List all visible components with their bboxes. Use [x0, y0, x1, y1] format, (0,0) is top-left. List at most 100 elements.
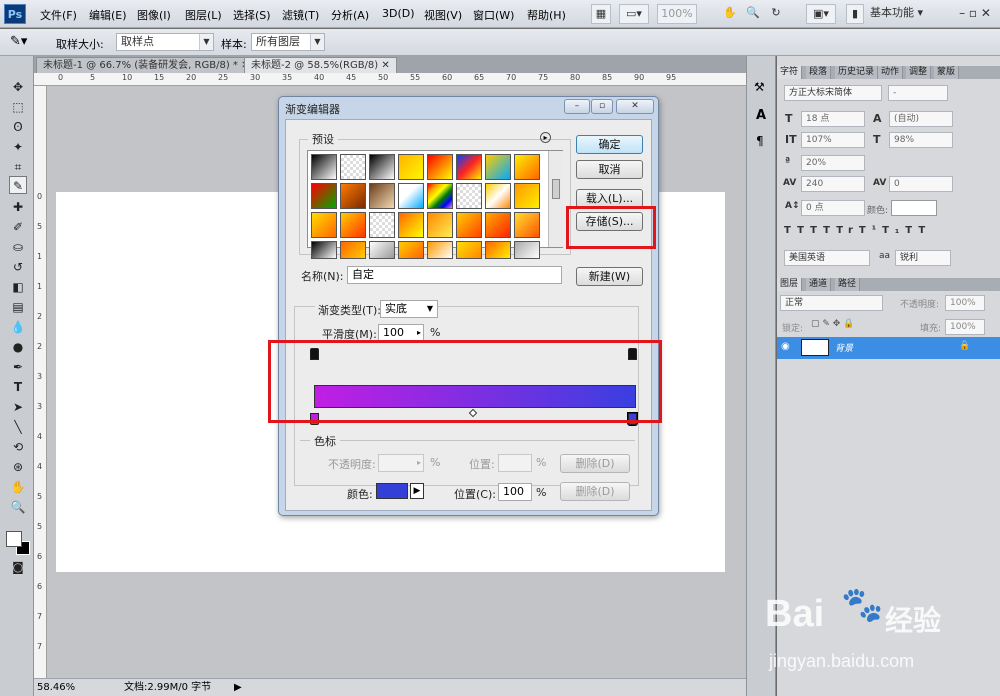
gradient-preset-swatch[interactable]: [311, 183, 337, 209]
tab-paths[interactable]: 路径: [835, 278, 861, 291]
tab-paragraph[interactable]: 段落: [806, 66, 832, 79]
zoom-level[interactable]: 100%: [657, 4, 697, 24]
gradient-preset-swatch[interactable]: [311, 212, 337, 238]
font-style-select[interactable]: -: [888, 85, 948, 101]
type-tool-icon[interactable]: T: [9, 378, 27, 396]
delete-opacity-stop-button[interactable]: 删除(D): [560, 454, 630, 473]
presets-menu-icon[interactable]: ▸: [540, 132, 551, 143]
zoom-icon[interactable]: 🔍: [744, 4, 762, 24]
gradient-preset-swatch[interactable]: [311, 154, 337, 180]
tab-character[interactable]: 字符: [777, 66, 803, 79]
rotate-icon[interactable]: ↻: [767, 4, 785, 24]
underline-button[interactable]: T: [905, 225, 918, 236]
extras-icon[interactable]: ▮: [846, 4, 864, 24]
scroll-thumb[interactable]: [552, 179, 560, 199]
language-select[interactable]: 美国英语: [784, 250, 870, 266]
eyedropper-tool-icon[interactable]: ✎: [9, 176, 27, 194]
small-caps-button[interactable]: Tr: [836, 225, 859, 236]
menu-help[interactable]: 帮助(H): [527, 7, 566, 23]
presets-scrollbar[interactable]: [548, 151, 563, 247]
gradient-preset-swatch[interactable]: [340, 212, 366, 238]
gradient-preset-swatch[interactable]: [456, 241, 482, 259]
layer-opacity-field[interactable]: 100%: [945, 295, 985, 311]
minimize-icon[interactable]: –: [564, 99, 590, 114]
history-brush-icon[interactable]: ↺: [9, 258, 27, 276]
tab-history[interactable]: 历史记录: [835, 66, 879, 79]
arrange-icon[interactable]: ▭▾: [619, 4, 649, 24]
gradient-tool-icon[interactable]: ▤: [9, 298, 27, 316]
superscript-button[interactable]: T¹: [859, 225, 882, 236]
kerning-field[interactable]: 0: [889, 176, 953, 192]
marquee-tool-icon[interactable]: ⬚: [9, 98, 27, 116]
tab-actions[interactable]: 动作: [878, 66, 904, 79]
faux-italic-button[interactable]: T: [797, 225, 810, 236]
gradient-preset-swatch[interactable]: [369, 183, 395, 209]
gradient-preset-swatch[interactable]: [369, 241, 395, 259]
menu-analysis[interactable]: 分析(A): [331, 7, 369, 23]
gradient-preset-swatch[interactable]: [485, 212, 511, 238]
gradient-preset-swatch[interactable]: [398, 154, 424, 180]
hand-tool-icon[interactable]: ✋: [9, 478, 27, 496]
chevron-right-icon[interactable]: ▸: [417, 325, 421, 341]
workspace-switcher[interactable]: 基本功能 ▾: [870, 4, 940, 24]
stop-position-input[interactable]: [498, 454, 532, 472]
pen-tool-icon[interactable]: ✒: [9, 358, 27, 376]
faux-bold-button[interactable]: T: [784, 225, 797, 236]
layer-row-background[interactable]: ◉ 背景 🔒: [777, 337, 1000, 359]
status-zoom[interactable]: 58.46%: [37, 679, 75, 696]
gradient-preset-swatch[interactable]: [311, 241, 337, 259]
screen-mode-icon[interactable]: ▣▾: [806, 4, 836, 24]
cancel-button[interactable]: 取消: [576, 160, 643, 179]
gradient-preset-swatch[interactable]: [514, 241, 540, 259]
text-color-swatch[interactable]: [891, 200, 937, 216]
gradient-preset-swatch[interactable]: [398, 241, 424, 259]
strikethrough-button[interactable]: T: [918, 225, 931, 236]
3d-rotate-icon[interactable]: ⟲: [9, 438, 27, 456]
gradient-preset-swatch[interactable]: [398, 183, 424, 209]
font-family-select[interactable]: 方正大标宋简体: [784, 85, 882, 101]
gradient-preset-swatch[interactable]: [340, 154, 366, 180]
sample-size-select[interactable]: 取样点 ▼: [116, 33, 214, 51]
menu-view[interactable]: 视图(V): [424, 7, 462, 23]
menu-image[interactable]: 图像(I): [137, 7, 171, 23]
paragraph-panel-icon[interactable]: ¶: [756, 134, 764, 148]
gradient-preset-swatch[interactable]: [427, 241, 453, 259]
path-select-icon[interactable]: ➤: [9, 398, 27, 416]
lock-icons[interactable]: ▢ ✎ ✥ 🔒: [811, 319, 854, 329]
gradient-preset-swatch[interactable]: [485, 241, 511, 259]
gradient-preset-swatch[interactable]: [369, 154, 395, 180]
blend-mode-select[interactable]: 正常: [780, 295, 883, 311]
3d-orbit-icon[interactable]: ⊛: [9, 458, 27, 476]
hand-icon[interactable]: ✋: [721, 4, 739, 24]
tab-masks[interactable]: 蒙版: [934, 66, 960, 79]
vertical-scale-field[interactable]: 107%: [801, 132, 865, 148]
tab-adjustments[interactable]: 调整: [906, 66, 932, 79]
gradient-preset-swatch[interactable]: [427, 154, 453, 180]
menu-file[interactable]: 文件(F): [40, 7, 77, 23]
gradient-preset-swatch[interactable]: [369, 212, 395, 238]
subscript-button[interactable]: T₁: [882, 225, 905, 236]
window-controls[interactable]: – ▫ ✕: [952, 4, 998, 24]
gradient-preset-swatch[interactable]: [340, 183, 366, 209]
play-icon[interactable]: ▶: [234, 679, 242, 696]
gradient-preset-swatch[interactable]: [456, 212, 482, 238]
healing-brush-icon[interactable]: ✚: [9, 198, 27, 216]
gradient-preset-swatch[interactable]: [456, 183, 482, 209]
tracking-field[interactable]: 240: [801, 176, 865, 192]
menu-3d[interactable]: 3D(D): [382, 7, 415, 20]
tab-channels[interactable]: 通道: [806, 278, 832, 291]
blur-tool-icon[interactable]: 💧: [9, 318, 27, 336]
move-tool-icon[interactable]: ✥: [9, 78, 27, 96]
all-caps-button[interactable]: TT: [810, 225, 836, 236]
eraser-tool-icon[interactable]: ◧: [9, 278, 27, 296]
antialias-select[interactable]: 锐利: [895, 250, 951, 266]
baseline-shift-field[interactable]: 0 点: [801, 200, 865, 216]
menu-filter[interactable]: 滤镜(T): [282, 7, 319, 23]
crop-tool-icon[interactable]: ⌗: [9, 158, 27, 176]
close-icon[interactable]: ✕: [616, 99, 654, 114]
menu-layer[interactable]: 图层(L): [185, 7, 222, 23]
horizontal-scale-field[interactable]: 98%: [889, 132, 953, 148]
lasso-tool-icon[interactable]: ʘ: [9, 118, 27, 136]
foreground-color-swatch[interactable]: [6, 531, 22, 547]
gradient-preset-swatch[interactable]: [427, 212, 453, 238]
